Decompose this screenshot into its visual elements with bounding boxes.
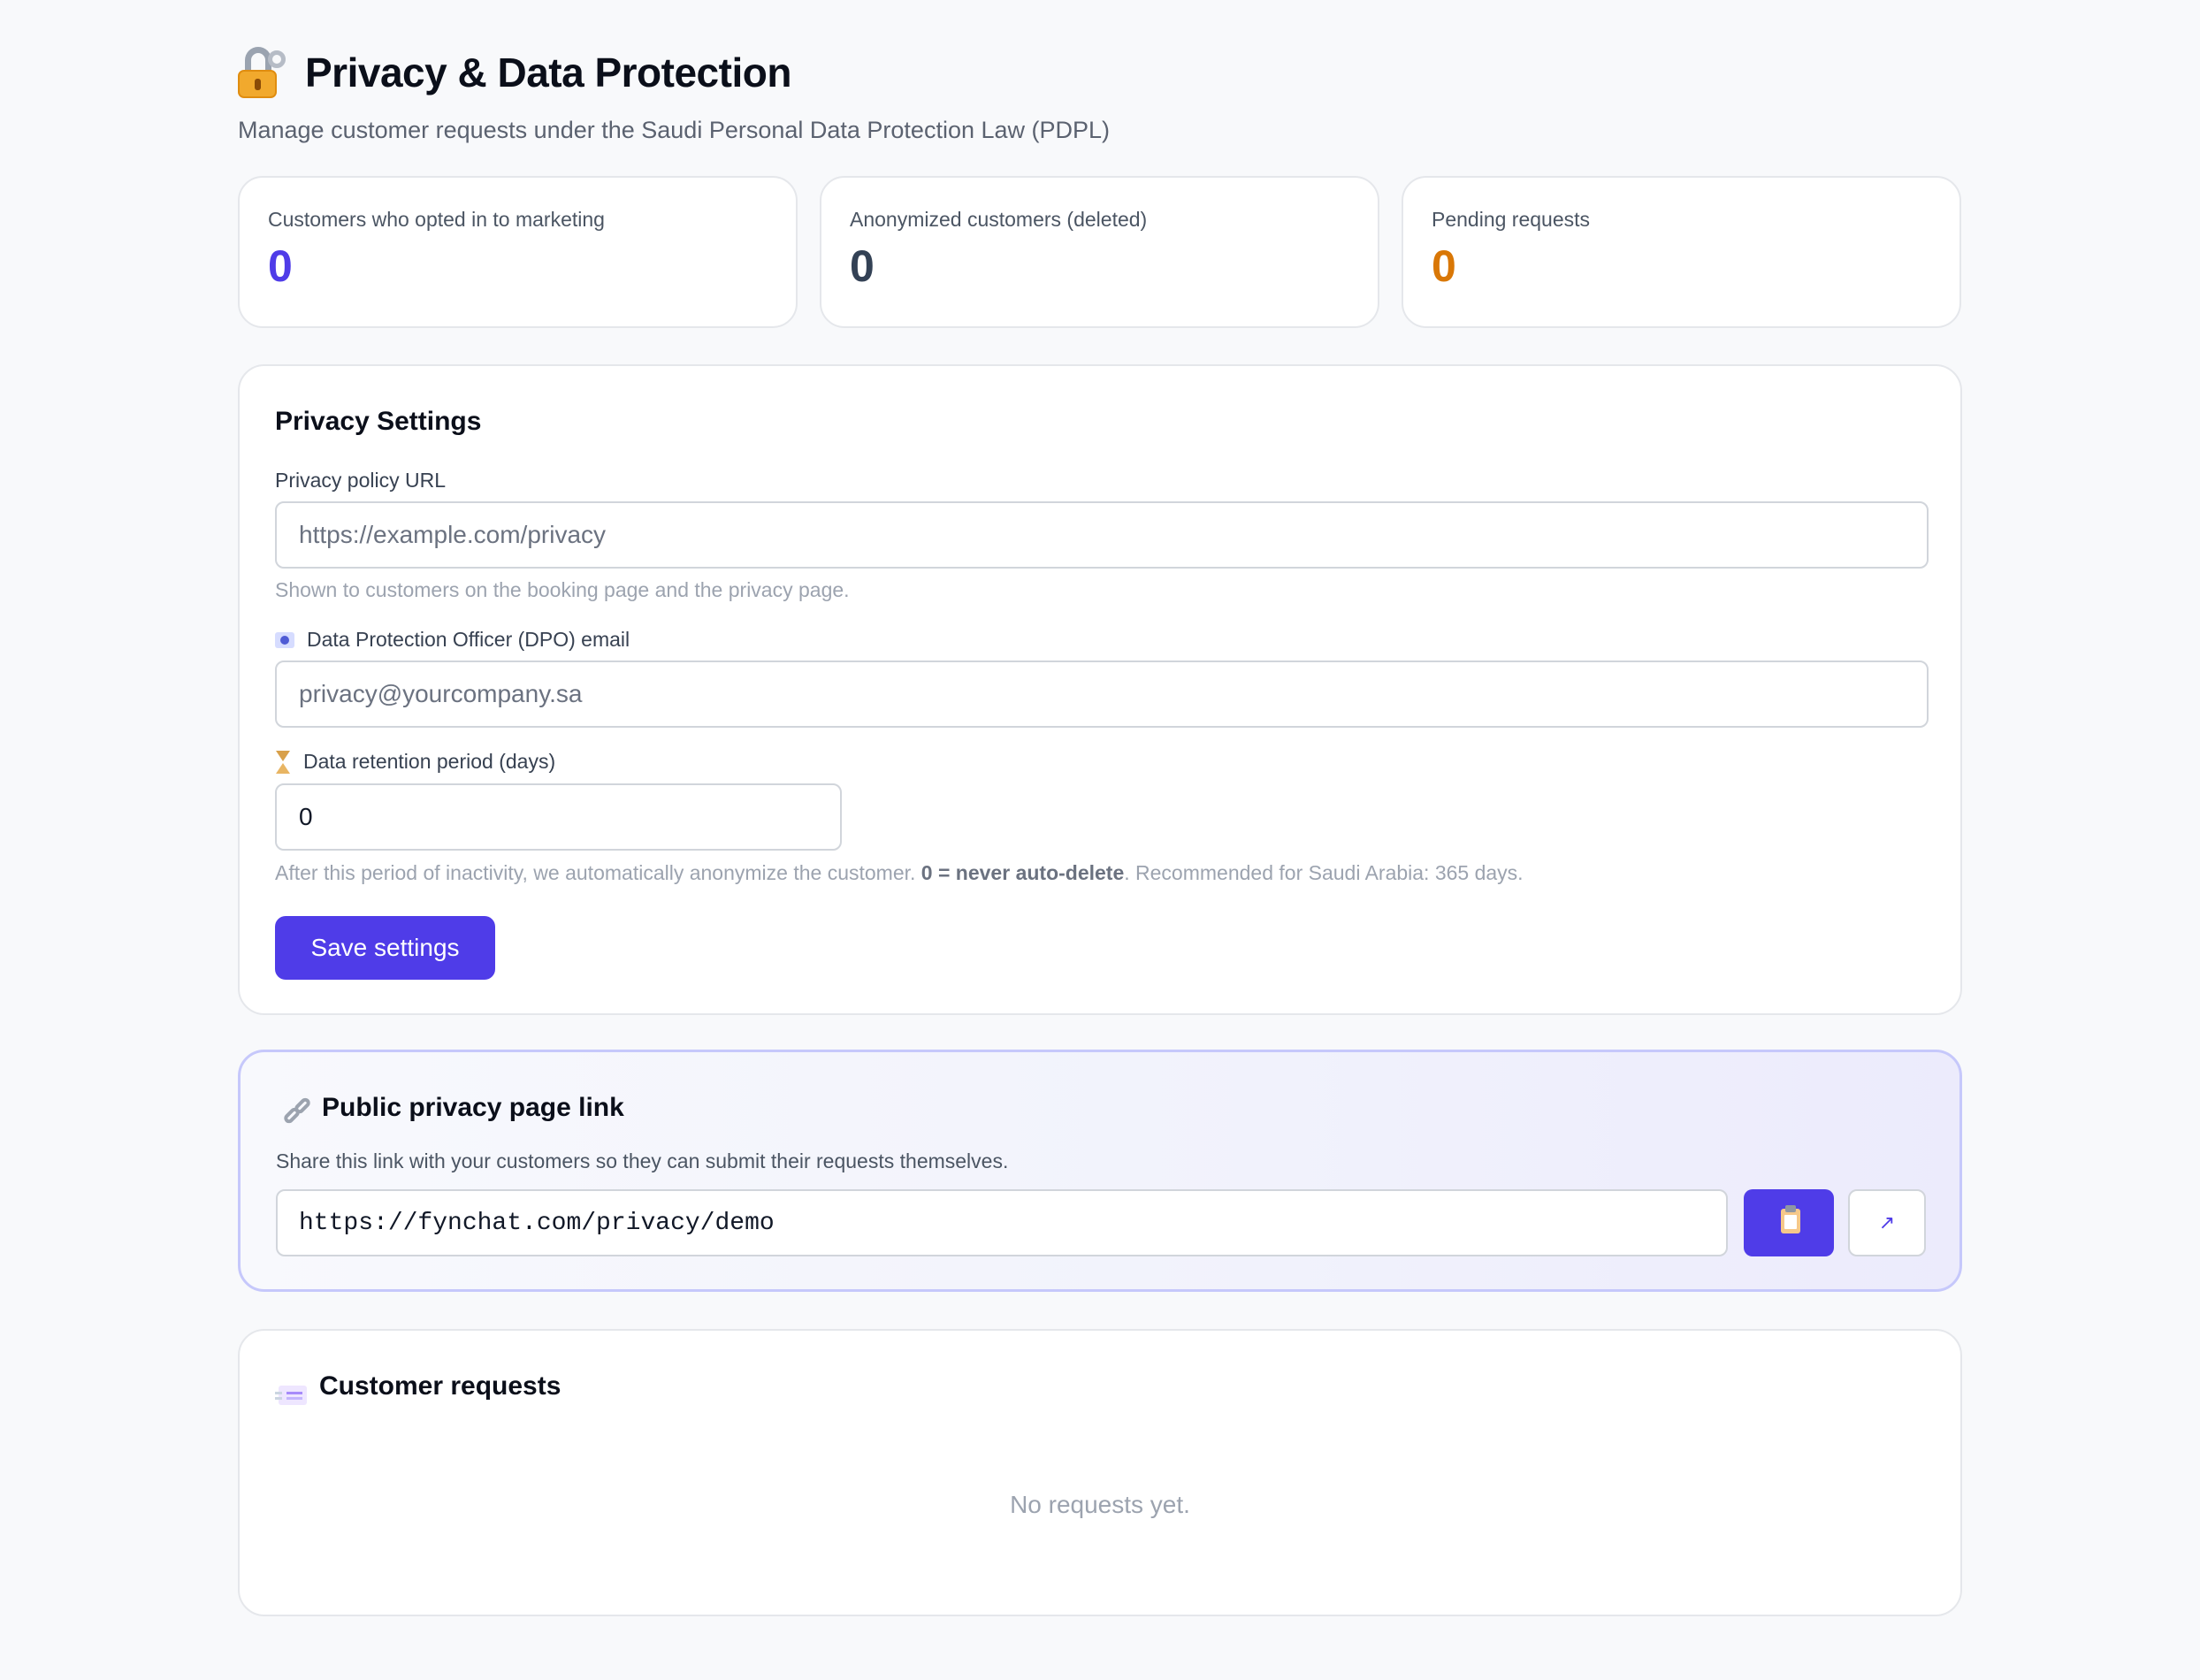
incoming-envelope-icon bbox=[275, 1386, 307, 1405]
stat-card-anonymized: Anonymized customers (deleted) 0 bbox=[820, 176, 1379, 328]
public-link-url-input[interactable] bbox=[276, 1189, 1728, 1256]
stat-card-marketing: Customers who opted in to marketing 0 bbox=[238, 176, 798, 328]
link-icon bbox=[282, 1096, 313, 1126]
stat-value: 0 bbox=[268, 241, 293, 291]
stat-label: Anonymized customers (deleted) bbox=[850, 208, 1148, 231]
privacy-policy-url-input[interactable] bbox=[275, 501, 1929, 569]
stat-value: 0 bbox=[1432, 241, 1456, 291]
retention-hint: After this period of inactivity, we auto… bbox=[275, 861, 1524, 885]
page-header: Privacy & Data Protection Manage custome… bbox=[238, 44, 1110, 144]
stat-card-pending: Pending requests 0 bbox=[1402, 176, 1961, 328]
retention-period-label: Data retention period (days) bbox=[275, 750, 555, 774]
retention-period-label-text: Data retention period (days) bbox=[303, 750, 556, 773]
hourglass-icon bbox=[275, 750, 291, 774]
public-link-title: Public privacy page link bbox=[322, 1093, 624, 1122]
stat-value: 0 bbox=[850, 241, 875, 291]
customer-requests-title: Customer requests bbox=[319, 1371, 561, 1401]
empty-state-message: No requests yet. bbox=[1010, 1491, 1190, 1518]
copy-link-button[interactable] bbox=[1744, 1189, 1834, 1256]
retention-days-input[interactable] bbox=[275, 783, 842, 851]
public-link-panel: Public privacy page link Share this link… bbox=[238, 1050, 1962, 1292]
customer-requests-panel: Customer requests No requests yet. bbox=[238, 1329, 1962, 1616]
id-card-icon bbox=[275, 631, 294, 648]
dpo-email-label-text: Data Protection Officer (DPO) email bbox=[307, 628, 630, 651]
privacy-settings-title: Privacy Settings bbox=[275, 407, 482, 436]
privacy-policy-label: Privacy policy URL bbox=[275, 469, 446, 492]
retention-hint-after: . Recommended for Saudi Arabia: 365 days… bbox=[1124, 861, 1524, 884]
save-settings-button[interactable]: Save settings bbox=[275, 916, 495, 980]
public-link-description: Share this link with your customers so t… bbox=[276, 1149, 1009, 1172]
clipboard-icon bbox=[1781, 1205, 1800, 1233]
lock-with-key-icon bbox=[238, 47, 286, 98]
open-link-button[interactable]: ↗ bbox=[1848, 1189, 1926, 1256]
dpo-email-input[interactable] bbox=[275, 661, 1929, 728]
page-title: Privacy & Data Protection bbox=[305, 50, 791, 95]
title-row: Privacy & Data Protection bbox=[238, 44, 1110, 101]
retention-hint-bold: 0 = never auto-delete bbox=[920, 861, 1125, 884]
page-subtitle: Manage customer requests under the Saudi… bbox=[238, 117, 1111, 143]
privacy-policy-hint: Shown to customers on the booking page a… bbox=[275, 578, 850, 601]
retention-hint-before: After this period of inactivity, we auto… bbox=[275, 861, 921, 884]
privacy-settings-panel: Privacy Settings Privacy policy URL Show… bbox=[238, 364, 1962, 1015]
dpo-email-label: Data Protection Officer (DPO) email bbox=[275, 628, 630, 652]
external-link-icon: ↗ bbox=[1878, 1211, 1896, 1234]
stats-row: Customers who opted in to marketing 0 An… bbox=[238, 176, 1962, 328]
stat-label: Pending requests bbox=[1432, 208, 1591, 231]
stat-label: Customers who opted in to marketing bbox=[268, 208, 605, 231]
